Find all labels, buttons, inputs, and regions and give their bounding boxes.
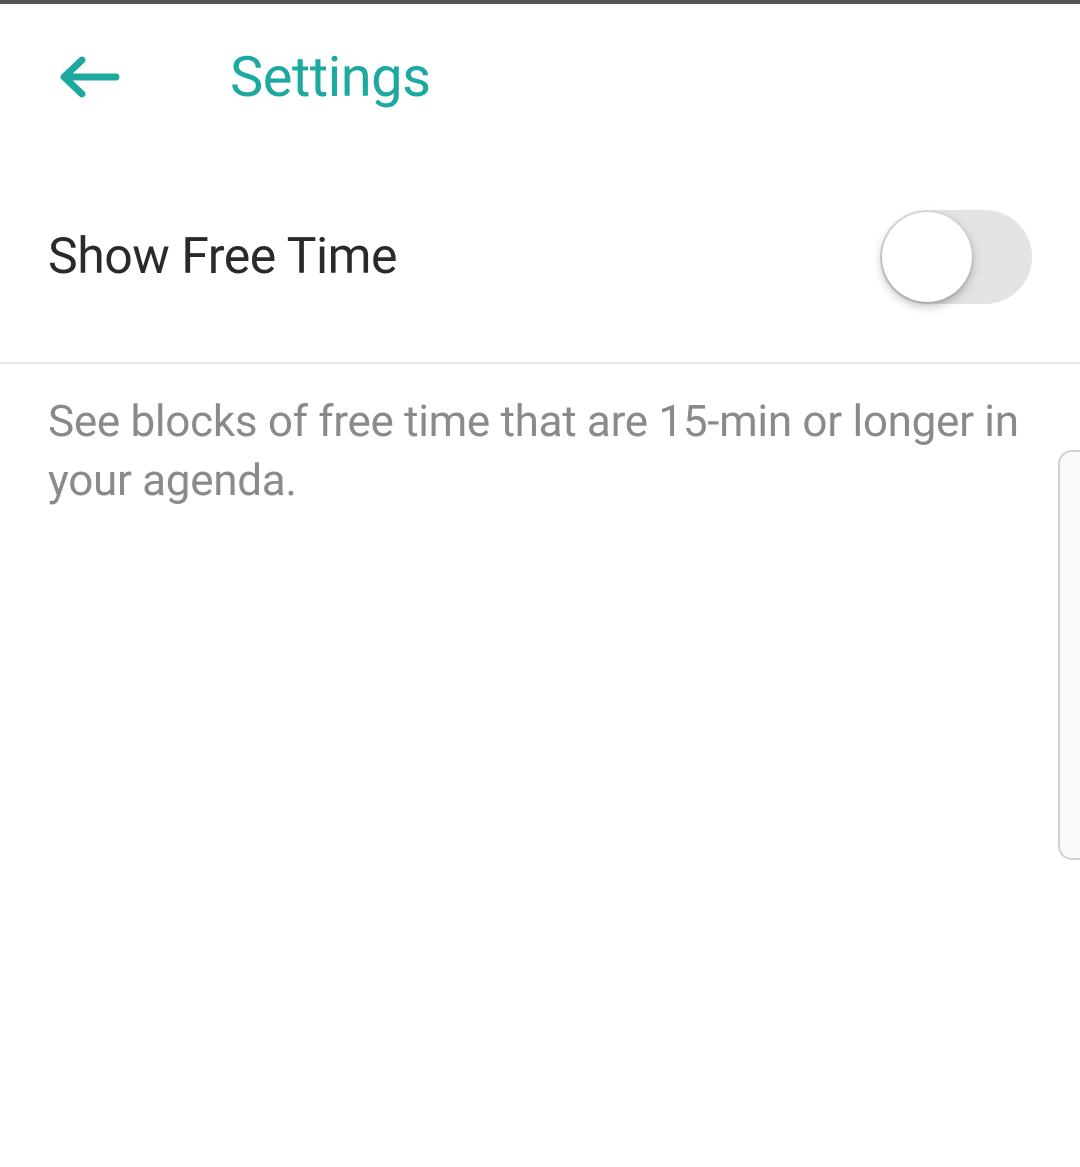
scrollbar[interactable] bbox=[1058, 450, 1080, 860]
setting-row-show-free-time: Show Free Time bbox=[0, 160, 1080, 364]
back-button[interactable] bbox=[60, 56, 120, 98]
arrow-left-icon bbox=[60, 56, 120, 98]
toggle-show-free-time[interactable] bbox=[880, 210, 1032, 304]
setting-description-show-free-time: See blocks of free time that are 15-min … bbox=[0, 364, 1080, 511]
setting-label-show-free-time: Show Free Time bbox=[48, 228, 397, 286]
page-header: Settings bbox=[0, 4, 1080, 160]
toggle-thumb bbox=[882, 212, 972, 302]
page-title: Settings bbox=[230, 44, 430, 110]
